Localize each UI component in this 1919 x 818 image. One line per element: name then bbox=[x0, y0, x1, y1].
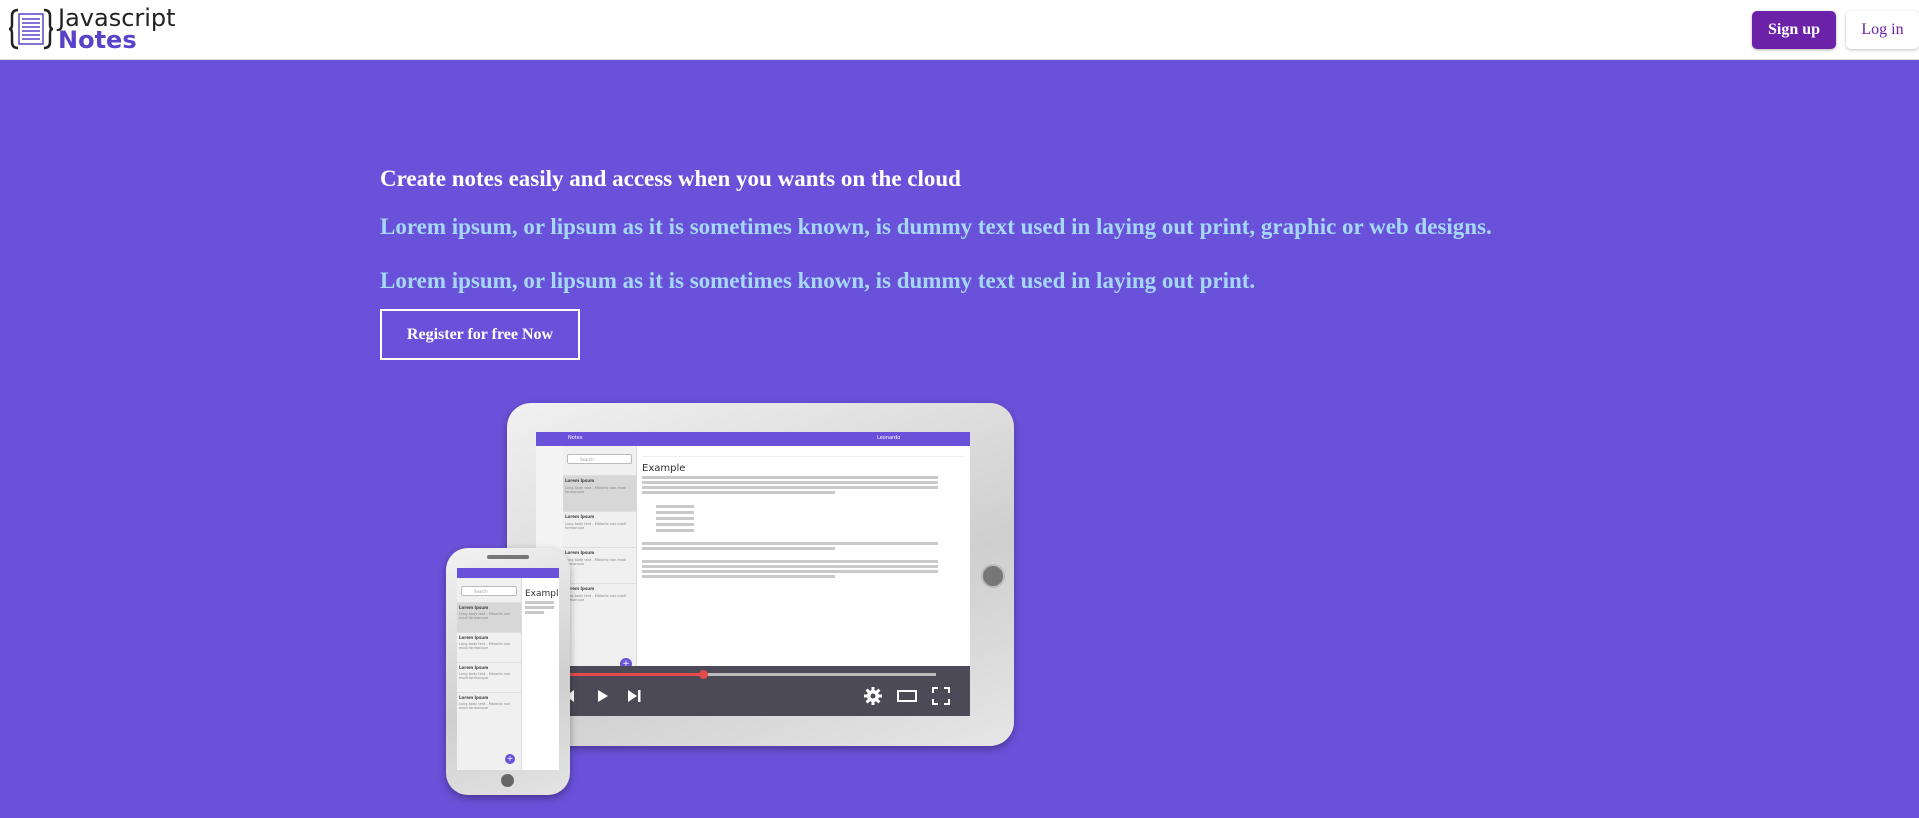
signup-button[interactable]: Sign up bbox=[1752, 11, 1836, 49]
mockup-bullet bbox=[656, 511, 694, 514]
video-progress-fill bbox=[566, 673, 703, 676]
top-navbar: Javascript Notes Sign up Log in bbox=[0, 0, 1919, 60]
video-progress-knob[interactable] bbox=[698, 670, 708, 679]
mockup-editor: Example bbox=[636, 446, 970, 666]
mockup-note-title: Lorem Ipsum bbox=[565, 586, 595, 591]
video-progress-track[interactable] bbox=[566, 670, 936, 679]
tablet-home-button bbox=[981, 564, 1005, 588]
phone-app-header bbox=[457, 568, 559, 578]
settings-gear-icon[interactable] bbox=[863, 686, 883, 706]
mockup-note-body: Long body text - Mbiarilo non modi forma… bbox=[565, 486, 627, 494]
mockup-text-line bbox=[642, 565, 939, 568]
mockup-text-line bbox=[642, 476, 939, 479]
phone-note-item: Lorem Ipsum Long body text - Mbiarilo no… bbox=[457, 692, 521, 722]
phone-note-item: Lorem Ipsum Long body text - Mbiarilo no… bbox=[457, 662, 521, 692]
hero-lead-2: Lorem ipsum, or lipsum as it is sometime… bbox=[380, 268, 1256, 293]
mockup-note-item: Lorem Ipsum Long body text - Mbiarilo no… bbox=[563, 511, 636, 547]
mockup-note-title: Lorem Ipsum bbox=[565, 550, 595, 555]
phone-note-title: Lorem Ipsum bbox=[459, 665, 489, 670]
mockup-note-item: Lorem Ipsum Long body text - Mbiarilo no… bbox=[563, 475, 636, 511]
mockup-bullet bbox=[656, 505, 694, 508]
notebook-braces-logo-icon bbox=[8, 8, 54, 50]
phone-search: Search bbox=[461, 586, 517, 596]
mockup-text-line bbox=[525, 601, 554, 604]
phone-home-button bbox=[501, 774, 514, 787]
mockup-toolbar bbox=[642, 450, 964, 457]
mockup-note-body: Long body text - Mbiarilo non modi forma… bbox=[565, 522, 627, 530]
phone-note-body: Long body text - Mbiarilo non modi forma… bbox=[459, 672, 511, 680]
mockup-note-body: Long body text - Mbiarilo non modi forma… bbox=[565, 594, 627, 602]
video-player-controls[interactable] bbox=[536, 666, 970, 716]
mockup-text-line bbox=[642, 481, 939, 484]
phone-note-title: Lorem Ipsum bbox=[459, 635, 489, 640]
phone-mockup: Search Lorem Ipsum Long body text - Mbia… bbox=[446, 548, 570, 795]
mockup-note-title: Lorem Ipsum bbox=[565, 514, 595, 519]
phone-note-body: Long body text - Mbiarilo non modi forma… bbox=[459, 612, 511, 620]
register-button[interactable]: Register for free Now bbox=[380, 309, 580, 360]
hero-title: Create notes easily and access when you … bbox=[380, 166, 961, 191]
phone-note-item: Lorem Ipsum Long body text - Mbiarilo no… bbox=[457, 602, 521, 632]
mockup-text-line bbox=[642, 570, 939, 573]
phone-editor-title: Example bbox=[525, 589, 559, 599]
mockup-text-line bbox=[525, 606, 554, 609]
phone-note-item: Lorem Ipsum Long body text - Mbiarilo no… bbox=[457, 632, 521, 662]
mockup-text-line bbox=[525, 611, 544, 614]
phone-note-body: Long body text - Mbiarilo non modi forma… bbox=[459, 642, 511, 650]
site-logo[interactable]: Javascript Notes bbox=[8, 6, 176, 52]
mockup-note-item: Lorem Ipsum Long body text - Mbiarilo no… bbox=[563, 547, 636, 583]
phone-screen: Search Lorem Ipsum Long body text - Mbia… bbox=[457, 568, 559, 770]
mockup-bullet bbox=[656, 523, 694, 526]
play-icon[interactable] bbox=[592, 686, 612, 706]
mockup-app-header: Notes Leonardo bbox=[536, 432, 970, 446]
phone-note-list: Search Lorem Ipsum Long body text - Mbia… bbox=[457, 578, 522, 770]
login-button[interactable]: Log in bbox=[1846, 11, 1919, 49]
phone-editor: Example bbox=[522, 578, 559, 770]
mockup-bullet bbox=[656, 517, 694, 520]
mockup-editor-title: Example bbox=[642, 463, 686, 474]
fullscreen-icon[interactable] bbox=[931, 686, 951, 706]
logo-line-2: Notes bbox=[58, 26, 137, 54]
phone-note-title: Lorem Ipsum bbox=[459, 695, 489, 700]
skip-next-icon[interactable] bbox=[624, 686, 644, 706]
phone-add-note-icon: + bbox=[505, 754, 515, 764]
mockup-text-line bbox=[642, 542, 939, 545]
tablet-screen: Notes Leonardo Search Lorem Ipsum Long b… bbox=[536, 432, 970, 716]
mockup-logo: Notes bbox=[568, 435, 583, 441]
mockup-note-item: Lorem Ipsum Long body text - Mbiarilo no… bbox=[563, 583, 636, 619]
mockup-search: Search bbox=[567, 454, 632, 464]
phone-note-title: Lorem Ipsum bbox=[459, 605, 489, 610]
hero-lead-1: Lorem ipsum, or lipsum as it is sometime… bbox=[380, 214, 1492, 239]
mockup-note-title: Lorem Ipsum bbox=[565, 478, 595, 483]
mockup-text-line bbox=[642, 560, 939, 563]
tablet-mockup: Notes Leonardo Search Lorem Ipsum Long b… bbox=[507, 403, 1014, 746]
mockup-note-body: Long body text - Mbiarilo non modi forma… bbox=[565, 558, 627, 566]
phone-note-body: Long body text - Mbiarilo non modi forma… bbox=[459, 702, 511, 710]
mockup-text-line bbox=[642, 486, 939, 489]
mockup-user-name: Leonardo bbox=[877, 435, 901, 441]
mockup-text-line bbox=[642, 575, 836, 578]
phone-speaker bbox=[487, 555, 529, 559]
theater-mode-icon[interactable] bbox=[897, 686, 917, 706]
logo-text: Javascript Notes bbox=[58, 6, 176, 54]
